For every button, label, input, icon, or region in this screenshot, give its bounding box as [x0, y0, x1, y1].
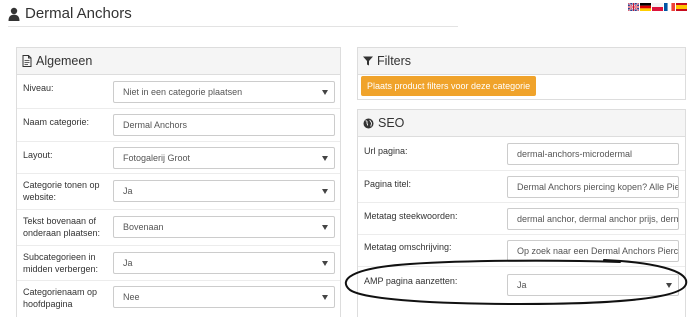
chevron-down-icon — [322, 156, 328, 161]
title-divider — [8, 26, 458, 27]
subcategorieen-value: Ja — [123, 258, 133, 268]
chevron-down-icon — [322, 261, 328, 266]
flag-fr-icon[interactable] — [664, 3, 675, 11]
tekst-plaatsen-select[interactable]: Bovenaan — [113, 216, 335, 238]
panel-filters: Filters Plaats product filters voor deze… — [357, 47, 686, 100]
categorie-tonen-select[interactable]: Ja — [113, 180, 335, 202]
form-row-niveau: Niveau: Niet in een categorie plaatsen — [17, 76, 340, 108]
page-title-text: Dermal Anchors — [25, 5, 132, 22]
label-amp-pagina: AMP pagina aanzetten: — [364, 276, 458, 286]
label-categorienaam-hoofdpagina: Categorienaam op hoofdpagina — [23, 287, 98, 309]
document-icon — [22, 55, 32, 67]
flag-de-icon[interactable] — [640, 3, 651, 11]
chevron-down-icon — [666, 283, 672, 288]
label-tekst-plaatsen: Tekst bovenaan of onderaan plaatsen: — [23, 216, 101, 238]
panel-filters-header: Filters — [358, 48, 685, 75]
metatag-steekwoorden-input[interactable]: dermal anchor, dermal anchor prijs, derm… — [507, 208, 679, 230]
label-niveau: Niveau: — [23, 83, 54, 93]
pagina-titel-input[interactable]: Dermal Anchors piercing kopen? Alle Pier… — [507, 176, 679, 198]
label-metatag-omschrijving: Metatag omschrijving: — [364, 242, 452, 252]
label-url-pagina: Url pagina: — [364, 146, 408, 156]
panel-seo: SEO Url pagina: dermal-anchors-microderm… — [357, 109, 686, 317]
place-product-filters-button[interactable]: Plaats product filters voor deze categor… — [361, 76, 537, 96]
categorienaam-hoofdpagina-value: Nee — [123, 292, 140, 302]
url-pagina-input[interactable]: dermal-anchors-microdermal — [507, 143, 679, 165]
user-icon — [8, 7, 20, 21]
url-pagina-value: dermal-anchors-microdermal — [517, 149, 633, 159]
categorie-tonen-value: Ja — [123, 186, 133, 196]
label-layout: Layout: — [23, 150, 53, 160]
panel-algemeen-header: Algemeen — [17, 48, 340, 75]
form-row-layout: Layout: Fotogalerij Groot — [17, 141, 340, 173]
amp-pagina-select[interactable]: Ja — [507, 274, 679, 296]
chevron-down-icon — [322, 295, 328, 300]
panel-filters-title: Filters — [377, 54, 412, 68]
form-row-hoofdpagina: Categorienaam op hoofdpagina Nee — [17, 280, 340, 317]
label-pagina-titel: Pagina titel: — [364, 179, 412, 189]
algemeen-form: Niveau: Niet in een categorie plaatsen N… — [17, 76, 340, 317]
seo-row-titel: Pagina titel: Dermal Anchors piercing ko… — [358, 170, 685, 202]
niveau-select[interactable]: Niet in een categorie plaatsen — [113, 81, 335, 103]
metatag-omschrijving-input[interactable]: Op zoek naar een Dermal Anchors Piercing… — [507, 240, 679, 262]
metatag-omschrijving-value: Op zoek naar een Dermal Anchors Piercing… — [517, 246, 679, 256]
chevron-down-icon — [322, 90, 328, 95]
form-row-naam: Naam categorie: Dermal Anchors — [17, 108, 340, 141]
niveau-select-value: Niet in een categorie plaatsen — [123, 87, 243, 97]
page-title: Dermal Anchors — [8, 5, 132, 22]
amp-pagina-value: Ja — [517, 280, 527, 290]
pagina-titel-value: Dermal Anchors piercing kopen? Alle Pier… — [517, 182, 678, 192]
naam-categorie-value: Dermal Anchors — [123, 120, 188, 130]
panel-seo-title: SEO — [378, 116, 405, 130]
subcategorieen-select[interactable]: Ja — [113, 252, 335, 274]
chevron-down-icon — [322, 225, 328, 230]
label-metatag-steekwoorden: Metatag steekwoorden: — [364, 211, 458, 221]
seo-row-steekwoorden: Metatag steekwoorden: dermal anchor, der… — [358, 202, 685, 234]
panel-algemeen-title: Algemeen — [36, 54, 93, 68]
seo-row-url: Url pagina: dermal-anchors-microdermal — [358, 138, 685, 170]
flag-uk-icon[interactable] — [628, 3, 639, 11]
filter-icon — [363, 56, 373, 66]
tekst-plaatsen-value: Bovenaan — [123, 222, 164, 232]
layout-select[interactable]: Fotogalerij Groot — [113, 147, 335, 169]
seo-form: Url pagina: dermal-anchors-microdermal P… — [358, 138, 685, 317]
flag-es-icon[interactable] — [676, 3, 687, 11]
form-row-subcategorieen: Subcategorieen in midden verbergen: Ja — [17, 245, 340, 280]
flag-pl-icon[interactable] — [652, 3, 663, 11]
seo-row-amp: AMP pagina aanzetten: Ja — [358, 266, 685, 300]
panel-seo-header: SEO — [358, 110, 685, 137]
globe-icon — [363, 118, 374, 128]
label-subcategorieen: Subcategorieen in midden verbergen: — [23, 252, 99, 274]
panel-algemeen: Algemeen Niveau: Niet in een categorie p… — [16, 47, 341, 317]
layout-select-value: Fotogalerij Groot — [123, 153, 191, 163]
form-row-tonen: Categorie tonen op website: Ja — [17, 173, 340, 209]
label-categorie-tonen: Categorie tonen op website: — [23, 180, 100, 202]
form-row-tekst: Tekst bovenaan of onderaan plaatsen: Bov… — [17, 209, 340, 245]
seo-row-omschrijving: Metatag omschrijving: Op zoek naar een D… — [358, 234, 685, 266]
naam-categorie-input[interactable]: Dermal Anchors — [113, 114, 335, 136]
chevron-down-icon — [322, 189, 328, 194]
label-naam-categorie: Naam categorie: — [23, 117, 90, 127]
language-switcher — [628, 3, 687, 11]
metatag-steekwoorden-value: dermal anchor, dermal anchor prijs, derm… — [517, 214, 678, 224]
categorienaam-hoofdpagina-select[interactable]: Nee — [113, 286, 335, 308]
